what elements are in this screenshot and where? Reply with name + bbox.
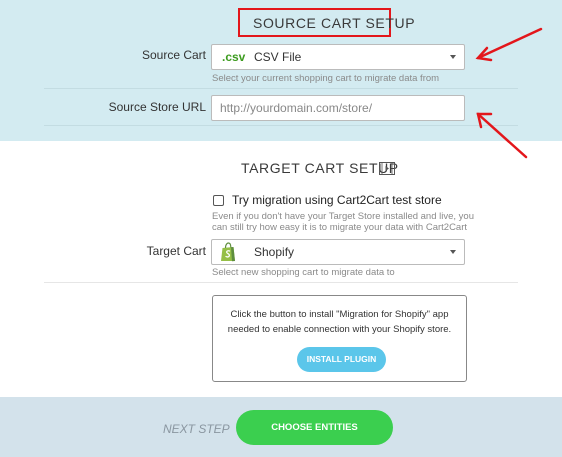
source-section-title: SOURCE CART SETUP [253, 15, 416, 31]
target-cart-value: Shopify [254, 245, 295, 259]
source-url-input[interactable] [211, 95, 465, 121]
target-cart-hint: Select new shopping cart to migrate data… [212, 267, 395, 278]
plugin-text-line-2: needed to enable connection with your Sh… [227, 324, 452, 335]
next-step-label: NEXT STEP [163, 422, 230, 436]
video-play-icon[interactable] [379, 162, 395, 175]
choose-entities-button[interactable]: CHOOSE ENTITIES [236, 410, 393, 445]
source-cart-hint: Select your current shopping cart to mig… [212, 73, 440, 84]
csv-badge: .csv [222, 50, 246, 64]
row-divider [44, 88, 518, 89]
chevron-down-icon [450, 250, 456, 254]
row-divider [44, 282, 518, 283]
source-cart-select[interactable]: .csv CSV File [211, 44, 465, 70]
target-cart-label: Target Cart [146, 244, 206, 258]
test-store-hint-line-2: can still try how easy it is to migrate … [212, 222, 468, 233]
target-cart-select[interactable]: Shopify [211, 239, 465, 265]
source-url-label: Source Store URL [108, 100, 206, 114]
target-section-title: TARGET CART SETUP [241, 160, 399, 176]
test-store-label: Try migration using Cart2Cart test store [232, 193, 442, 207]
source-cart-value: CSV File [254, 50, 302, 64]
chevron-down-icon [450, 55, 456, 59]
source-cart-label: Source Cart [141, 48, 206, 62]
footer-bar: NEXT STEP CHOOSE ENTITIES [0, 397, 562, 457]
shopify-bag-icon [221, 242, 235, 262]
plugin-install-panel: Click the button to install "Migration f… [212, 295, 467, 382]
test-store-checkbox[interactable] [213, 195, 224, 206]
row-divider [44, 125, 518, 126]
install-plugin-button[interactable]: INSTALL PLUGIN [297, 347, 386, 372]
source-cart-section: SOURCE CART SETUP Source Cart .csv CSV F… [0, 0, 562, 141]
plugin-text-line-1: Click the button to install "Migration f… [230, 309, 449, 320]
